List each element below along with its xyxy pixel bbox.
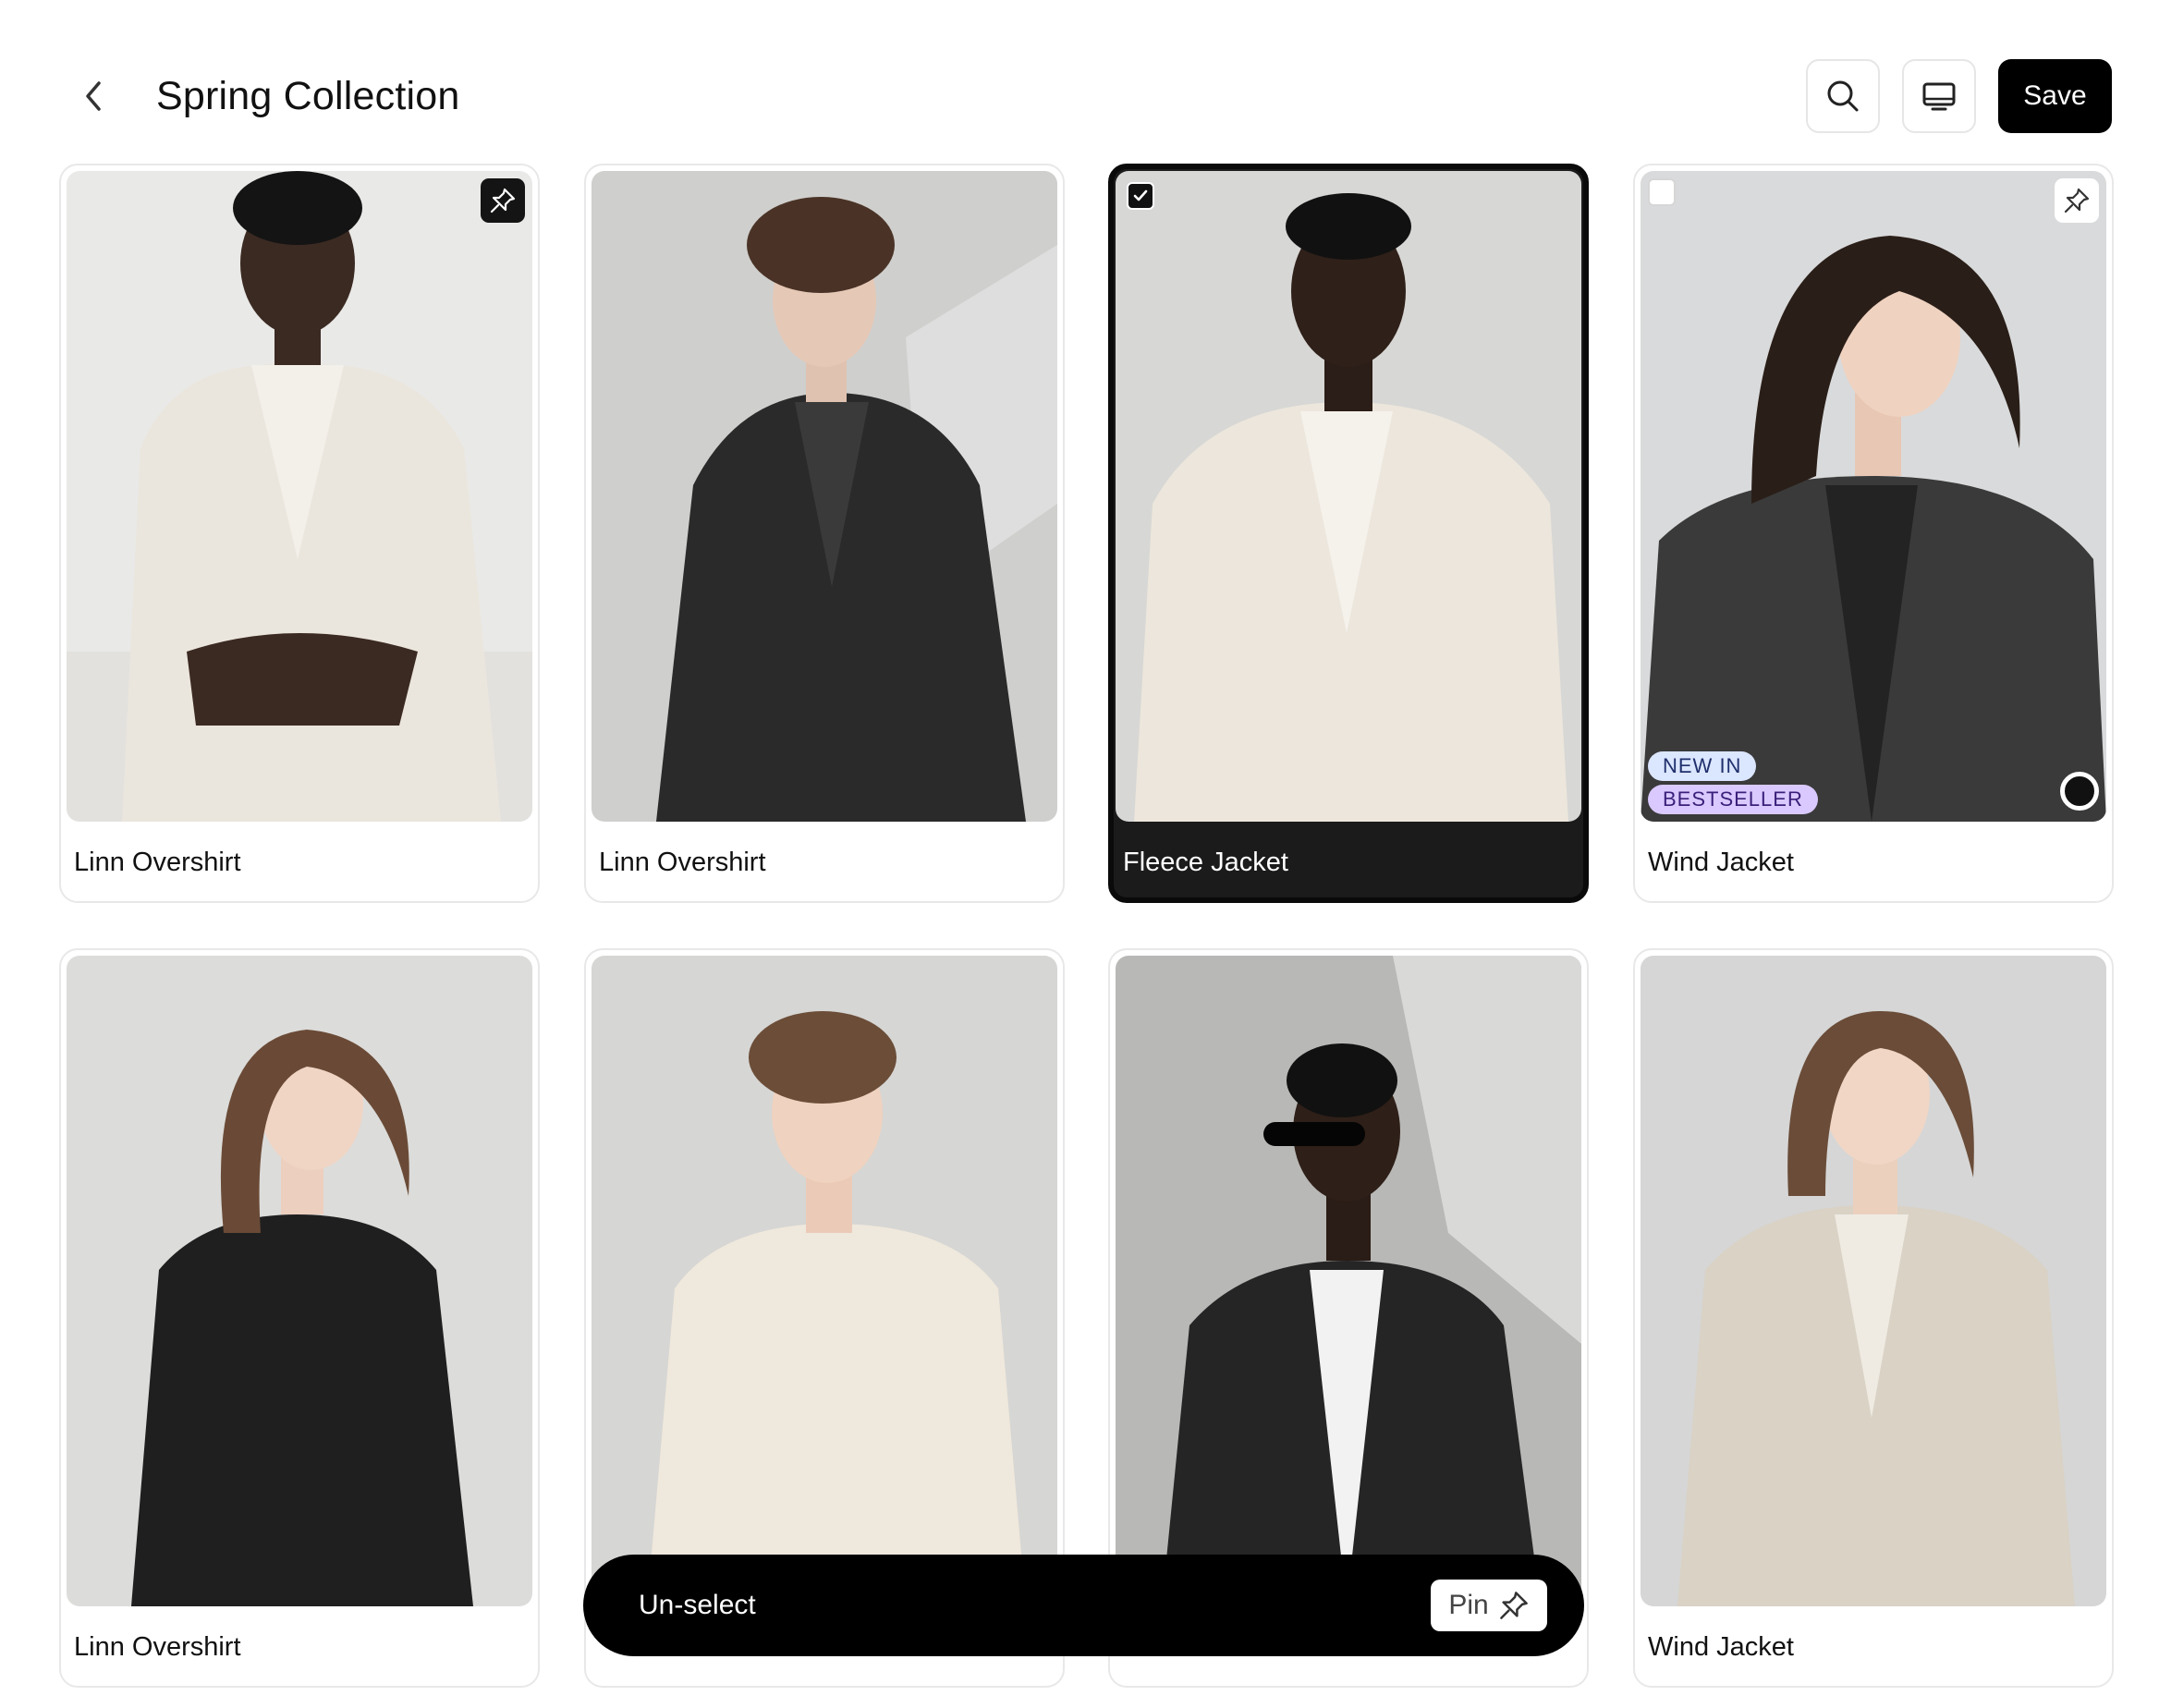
pin-button-label: Pin	[1448, 1590, 1489, 1620]
product-photo	[67, 171, 532, 822]
product-photo	[592, 956, 1057, 1606]
monitor-icon	[1922, 82, 1956, 111]
badge-group: NEW IN BESTSELLER	[1648, 751, 1818, 814]
save-button[interactable]: Save	[1998, 59, 2112, 133]
product-photo	[1116, 171, 1581, 822]
product-photo	[1641, 171, 2106, 822]
selection-action-bar: Un-select Pin	[583, 1555, 1584, 1656]
product-card[interactable]: Linn Overshirt	[59, 948, 540, 1688]
unselect-button[interactable]: Un-select	[639, 1587, 756, 1624]
checkmark-icon	[1133, 189, 1148, 201]
product-photo	[592, 171, 1057, 822]
product-name: Wind Jacket	[1648, 1632, 1794, 1662]
color-swatch[interactable]	[2060, 772, 2099, 811]
product-card[interactable]: Linn Overshirt	[59, 164, 540, 903]
product-name: Wind Jacket	[1648, 848, 1794, 877]
search-button[interactable]	[1806, 59, 1880, 133]
selection-checkbox[interactable]	[1127, 182, 1154, 210]
pin-icon	[490, 188, 516, 214]
pin-icon	[2064, 188, 2090, 214]
product-name: Linn Overshirt	[599, 848, 766, 877]
pin-toggle[interactable]	[2055, 178, 2099, 223]
pin-icon	[1499, 1592, 1528, 1619]
product-name: Linn Overshirt	[74, 1632, 241, 1662]
pin-button[interactable]: Pin	[1431, 1580, 1547, 1631]
product-photo	[1641, 956, 2106, 1606]
badge-bestseller: BESTSELLER	[1648, 785, 1818, 814]
product-name: Fleece Jacket	[1123, 848, 1288, 877]
back-button[interactable]	[76, 78, 113, 115]
page-title: Spring Collection	[156, 74, 460, 118]
product-card[interactable]: NEW IN BESTSELLER Wind Jacket	[1633, 164, 2114, 903]
badge-new-in: NEW IN	[1648, 751, 1757, 781]
selection-checkbox[interactable]	[1648, 178, 1676, 206]
chevron-left-icon	[86, 81, 101, 111]
product-photo	[67, 956, 532, 1606]
product-card[interactable]: Linn Overshirt	[584, 164, 1065, 903]
product-photo	[1116, 956, 1581, 1606]
product-card[interactable]: Wind Jacket	[1633, 948, 2114, 1688]
product-name: Linn Overshirt	[74, 848, 241, 877]
search-icon	[1827, 80, 1859, 112]
product-card-selected[interactable]: Fleece Jacket	[1108, 164, 1589, 903]
pinned-badge[interactable]	[481, 178, 525, 223]
display-mode-button[interactable]	[1902, 59, 1976, 133]
